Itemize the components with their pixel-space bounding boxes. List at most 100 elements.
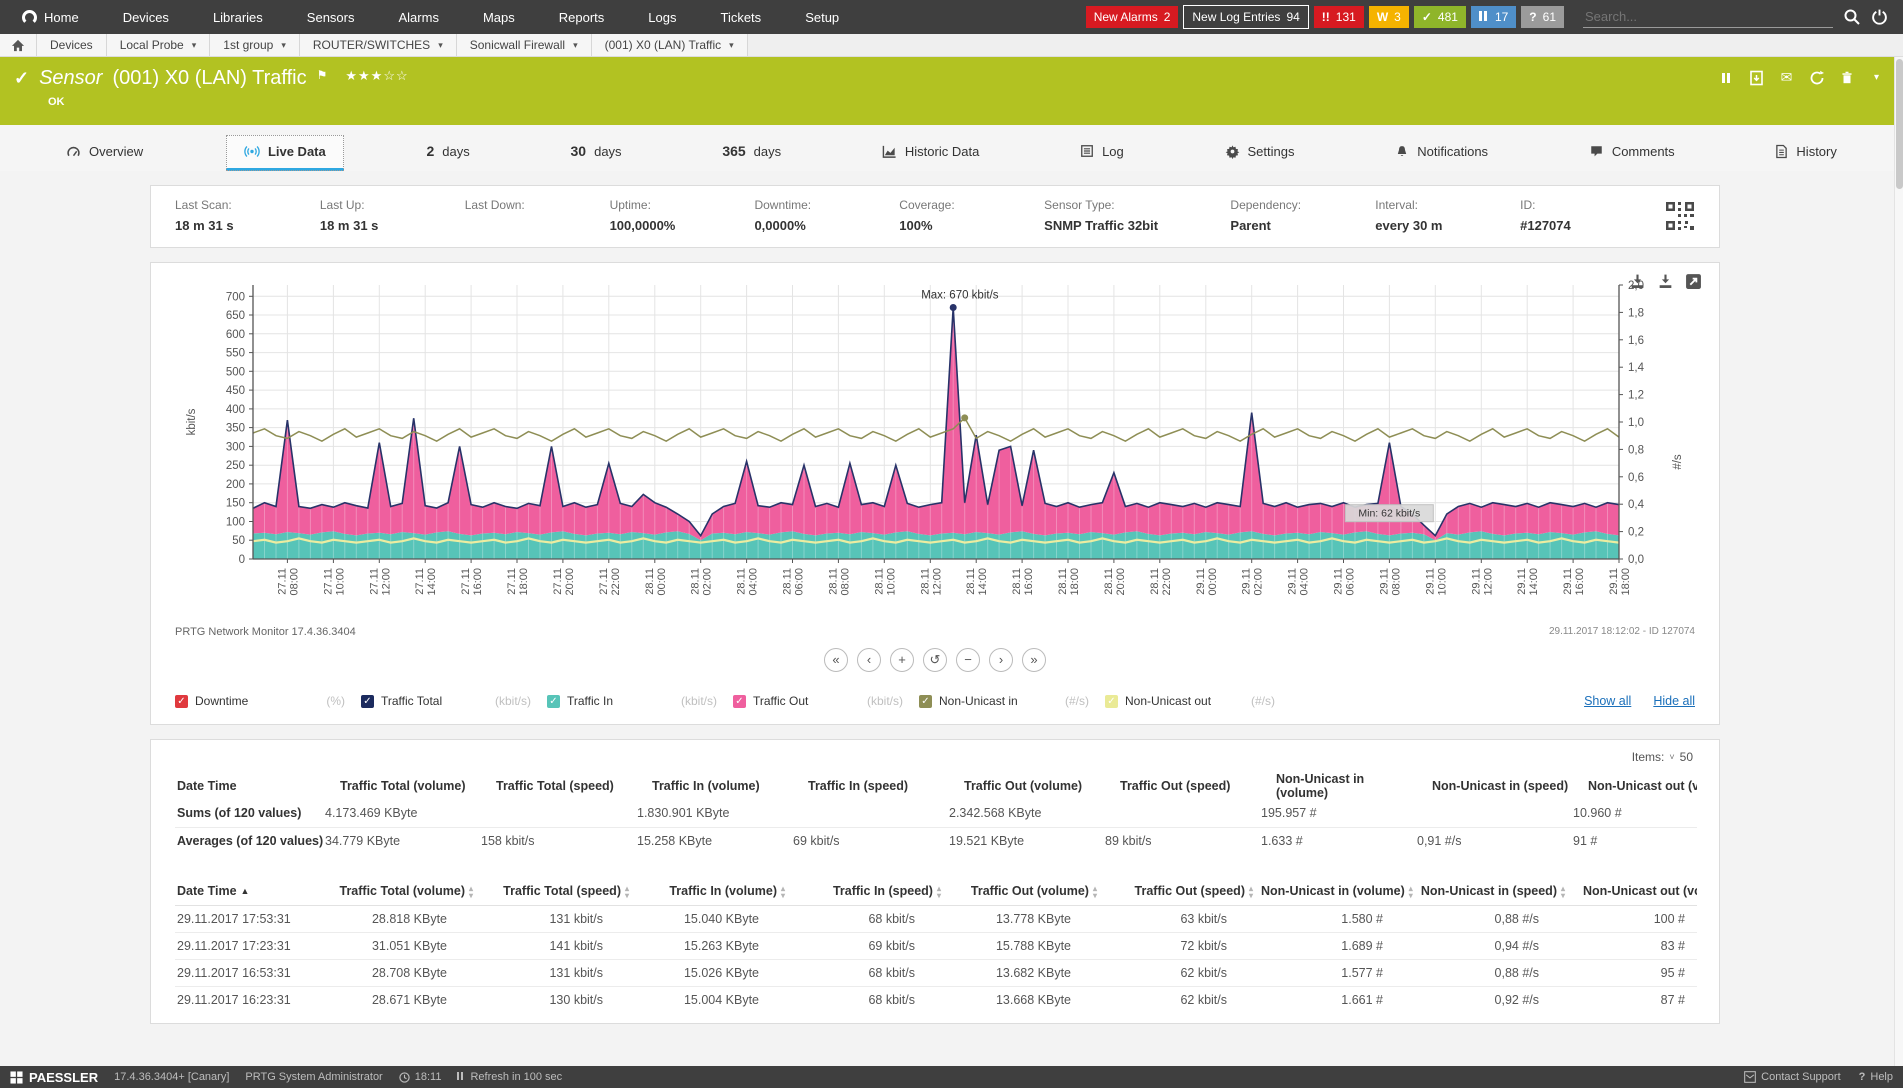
items-selector[interactable]: Items: ˅ 50 bbox=[175, 748, 1695, 772]
legend-item-traffic-out[interactable]: ✓Traffic Out(kbit/s) bbox=[733, 694, 903, 708]
badge-new-log-entries[interactable]: New Log Entries94 bbox=[1183, 5, 1308, 29]
column-header-traffic-total-volume[interactable]: Traffic Total (volume)▴▾ bbox=[325, 878, 481, 905]
breadcrumb-home-icon[interactable] bbox=[0, 34, 37, 56]
table-row[interactable]: 29.11.2017 16:53:3128.708 KByte131 kbit/… bbox=[175, 959, 1697, 986]
tab-notifications[interactable]: Notifications bbox=[1377, 135, 1506, 171]
breadcrumb-router-switches[interactable]: ROUTER/SWITCHES▾ bbox=[300, 34, 457, 56]
nav-item-home[interactable]: Home bbox=[0, 0, 101, 34]
tab-settings[interactable]: Settings bbox=[1207, 135, 1313, 171]
contact-support-link[interactable]: Contact Support bbox=[1744, 1071, 1841, 1083]
footer-user[interactable]: PRTG System Administrator bbox=[245, 1071, 382, 1083]
nav-item-reports[interactable]: Reports bbox=[537, 0, 627, 34]
nav-item-libraries[interactable]: Libraries bbox=[191, 0, 285, 34]
legend-item-non-unicast-out[interactable]: ✓Non-Unicast out(#/s) bbox=[1105, 694, 1275, 708]
column-header-traffic-out-volume[interactable]: Traffic Out (volume)▴▾ bbox=[949, 878, 1105, 905]
logout-power-icon[interactable] bbox=[1871, 8, 1889, 26]
breadcrumb-label: Local Probe bbox=[120, 38, 184, 52]
pause-sensor-icon[interactable] bbox=[1718, 69, 1735, 86]
tab-history[interactable]: History bbox=[1757, 135, 1854, 171]
nav-item-devices[interactable]: Devices bbox=[101, 0, 191, 34]
priority-flag-icon[interactable]: ⚑ bbox=[317, 68, 328, 82]
show-all-link[interactable]: Show all bbox=[1584, 694, 1631, 708]
help-link[interactable]: ? Help bbox=[1859, 1071, 1893, 1083]
qr-code-icon[interactable] bbox=[1665, 201, 1695, 231]
zoom-in-button[interactable]: + bbox=[890, 648, 914, 672]
badge-up-sensors[interactable]: ✓481 bbox=[1414, 6, 1466, 28]
column-header-non-unicast-in-speed[interactable]: Non-Unicast in (speed)▴▾ bbox=[1417, 878, 1573, 905]
tab-log[interactable]: Log bbox=[1062, 135, 1142, 171]
top-navigation-bar: HomeDevicesLibrariesSensorsAlarmsMapsRep… bbox=[0, 0, 1903, 34]
nav-item-tickets[interactable]: Tickets bbox=[698, 0, 783, 34]
nav-item-sensors[interactable]: Sensors bbox=[285, 0, 377, 34]
breadcrumb-sonicwall-firewall[interactable]: Sonicwall Firewall▾ bbox=[457, 34, 592, 56]
step-forward-button[interactable]: › bbox=[989, 648, 1013, 672]
legend-checkbox-non-unicast-out[interactable]: ✓ bbox=[1105, 695, 1118, 708]
search-input[interactable] bbox=[1583, 6, 1833, 28]
legend-checkbox-traffic-in[interactable]: ✓ bbox=[547, 695, 560, 708]
badge-unknown-sensors[interactable]: ?61 bbox=[1521, 6, 1564, 28]
page-scrollbar[interactable] bbox=[1894, 57, 1903, 1066]
delete-trash-icon[interactable] bbox=[1838, 69, 1855, 86]
breadcrumb-local-probe[interactable]: Local Probe▾ bbox=[107, 34, 211, 56]
legend-item-traffic-total[interactable]: ✓Traffic Total(kbit/s) bbox=[361, 694, 531, 708]
column-header-traffic-total-speed[interactable]: Traffic Total (speed)▴▾ bbox=[481, 878, 637, 905]
nav-item-setup[interactable]: Setup bbox=[783, 0, 861, 34]
badge-new-alarms[interactable]: New Alarms2 bbox=[1086, 6, 1179, 28]
column-header-traffic-in-speed[interactable]: Traffic In (speed)▴▾ bbox=[793, 878, 949, 905]
column-header-date-time[interactable]: Date Time▲ bbox=[175, 878, 325, 905]
column-header-traffic-out-speed[interactable]: Traffic Out (speed)▴▾ bbox=[1105, 878, 1261, 905]
search-icon[interactable] bbox=[1843, 8, 1861, 26]
tab-2-days[interactable]: 2days bbox=[409, 135, 488, 171]
nav-item-maps[interactable]: Maps bbox=[461, 0, 537, 34]
badge-paused-sensors[interactable]: 17 bbox=[1471, 6, 1516, 28]
tab-30-days[interactable]: 30days bbox=[553, 135, 640, 171]
notification-email-icon[interactable]: ✉ bbox=[1778, 69, 1795, 86]
tab-historic-data[interactable]: Historic Data bbox=[864, 135, 997, 171]
breadcrumb-1st-group[interactable]: 1st group▾ bbox=[210, 34, 300, 56]
step-back-button[interactable]: ‹ bbox=[857, 648, 881, 672]
badge-warning-sensors[interactable]: W3 bbox=[1369, 6, 1409, 28]
table-row[interactable]: 29.11.2017 16:23:3128.671 KByte130 kbit/… bbox=[175, 986, 1697, 1013]
download-data-icon[interactable] bbox=[1657, 273, 1675, 291]
legend-checkbox-traffic-total[interactable]: ✓ bbox=[361, 695, 374, 708]
scrollbar-thumb[interactable] bbox=[1896, 59, 1903, 189]
tab-overview[interactable]: Overview bbox=[48, 135, 161, 171]
footer-refresh[interactable]: Refresh in 100 sec bbox=[457, 1071, 562, 1083]
badge-error-sensors[interactable]: !!131 bbox=[1314, 6, 1364, 28]
nav-item-logs[interactable]: Logs bbox=[626, 0, 698, 34]
download-image-icon[interactable] bbox=[1629, 273, 1647, 291]
tab-comments[interactable]: Comments bbox=[1571, 135, 1693, 171]
column-header-traffic-in-volume[interactable]: Traffic In (volume)▴▾ bbox=[637, 878, 793, 905]
table-row[interactable]: 29.11.2017 17:23:3131.051 KByte141 kbit/… bbox=[175, 932, 1697, 959]
tab-365-days[interactable]: 365days bbox=[704, 135, 799, 171]
legend-item-non-unicast-in[interactable]: ✓Non-Unicast in(#/s) bbox=[919, 694, 1089, 708]
svg-text:27.1120:00: 27.1120:00 bbox=[552, 568, 576, 596]
legend-checkbox-downtime[interactable]: ✓ bbox=[175, 695, 188, 708]
live-icon bbox=[244, 144, 260, 159]
breadcrumb-001-x0-lan-traffic[interactable]: (001) X0 (LAN) Traffic▾ bbox=[592, 34, 748, 56]
table-cell: 63 kbit/s bbox=[1105, 905, 1261, 932]
report-icon[interactable] bbox=[1748, 69, 1765, 86]
legend-item-traffic-in[interactable]: ✓Traffic In(kbit/s) bbox=[547, 694, 717, 708]
table-cell: 29.11.2017 17:53:31 bbox=[175, 905, 325, 932]
legend-item-downtime[interactable]: ✓Downtime(%) bbox=[175, 694, 345, 708]
reset-zoom-button[interactable]: ↺ bbox=[923, 648, 947, 672]
jump-start-button[interactable]: « bbox=[824, 648, 848, 672]
zoom-out-button[interactable]: − bbox=[956, 648, 980, 672]
jump-end-button[interactable]: » bbox=[1022, 648, 1046, 672]
table-row[interactable]: 29.11.2017 17:53:3128.818 KByte131 kbit/… bbox=[175, 905, 1697, 932]
legend-checkbox-non-unicast-in[interactable]: ✓ bbox=[919, 695, 932, 708]
hide-all-link[interactable]: Hide all bbox=[1653, 694, 1695, 708]
nav-item-alarms[interactable]: Alarms bbox=[377, 0, 461, 34]
live-data-graph[interactable]: 0501001502002503003504004505005506006507… bbox=[175, 273, 1697, 619]
legend-checkbox-traffic-out[interactable]: ✓ bbox=[733, 695, 746, 708]
breadcrumb-devices[interactable]: Devices bbox=[37, 34, 107, 56]
rescan-refresh-icon[interactable] bbox=[1808, 69, 1825, 86]
column-header-non-unicast-out-volume[interactable]: Non-Unicast out (volume)▴▾ bbox=[1573, 878, 1697, 905]
priority-stars[interactable]: ★★★☆☆ bbox=[345, 68, 408, 84]
more-menu-caret-icon[interactable]: ▾ bbox=[1868, 69, 1885, 86]
tab-live-data[interactable]: Live Data bbox=[226, 135, 344, 171]
open-fullscreen-icon[interactable] bbox=[1685, 273, 1703, 291]
column-header-non-unicast-in-volume[interactable]: Non-Unicast in (volume)▴▾ bbox=[1261, 878, 1417, 905]
paessler-brand[interactable]: PAESSLER bbox=[10, 1070, 98, 1085]
